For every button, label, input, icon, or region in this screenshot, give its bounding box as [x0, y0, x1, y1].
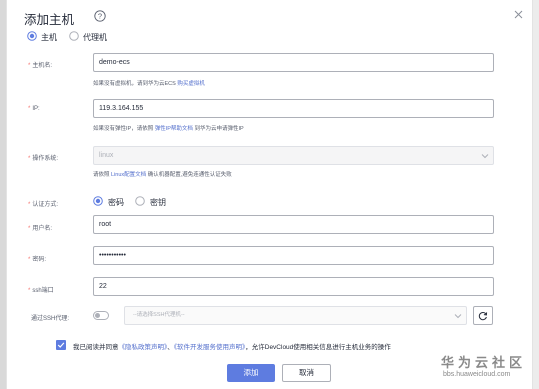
os-hint: 请依照 Linux配置文档 确认机器配置,避免连通性认证失败	[93, 172, 232, 178]
refresh-button[interactable]	[473, 306, 493, 325]
add-host-dialog: 添加主机 ? 主机 代理机 * 主机名: demo-ecs 如果没有虚拟机，请到华…	[6, 0, 533, 389]
radio-proxy[interactable]	[69, 31, 79, 41]
refresh-icon	[478, 312, 488, 321]
dialog-title: 添加主机	[24, 13, 75, 27]
radio-host-label: 主机	[41, 33, 57, 42]
hostname-input[interactable]: demo-ecs	[93, 53, 494, 72]
agreement-text: 我已阅读并同意《隐私政策声明》、《软件开发服务使用声明》，允许DevCloud使…	[73, 344, 391, 351]
add-button[interactable]: 添加	[227, 364, 275, 382]
service-terms-link[interactable]: 《软件开发服务使用声明》	[174, 344, 246, 351]
chevron-down-icon	[481, 154, 489, 159]
check-icon	[57, 342, 65, 348]
toggle-knob	[95, 313, 100, 318]
os-select-value: linux	[99, 152, 114, 159]
password-input[interactable]: •••••••••••	[93, 246, 494, 265]
ip-label: * IP:	[28, 106, 40, 112]
privacy-link[interactable]: 《隐私政策声明》	[119, 344, 168, 351]
radio-auth-password-label: 密码	[108, 198, 124, 207]
password-label: * 密码:	[28, 257, 47, 263]
watermark-title: 华为云社区	[441, 355, 527, 370]
username-input[interactable]: root	[93, 215, 494, 234]
ip-hint: 如果没有弹性IP，请依照 弹性IP帮助文档 到华为云申请弹性IP	[93, 126, 244, 132]
username-label: * 用户名:	[28, 226, 53, 232]
radio-auth-password[interactable]	[93, 196, 103, 206]
ssh-port-input[interactable]: 22	[93, 277, 494, 296]
linux-config-link[interactable]: Linux配置文档	[111, 172, 146, 178]
os-select[interactable]: linux	[93, 146, 494, 165]
help-icon[interactable]: ?	[94, 10, 106, 22]
agreement-checkbox[interactable]	[56, 340, 66, 350]
os-label: * 操作系统:	[28, 156, 59, 162]
ip-input[interactable]: 119.3.164.155	[93, 99, 494, 118]
radio-auth-key-label: 密钥	[150, 198, 166, 207]
ssh-port-label: * ssh端口	[28, 288, 54, 294]
ssh-proxy-select[interactable]: --请选择SSH代理机--	[124, 306, 467, 325]
ssh-proxy-toggle[interactable]	[93, 311, 109, 320]
ssh-proxy-label: 通过SSH代理:	[31, 316, 70, 322]
watermark-url: bbs.huaweicloud.com	[443, 371, 511, 378]
auth-label: * 认证方式:	[28, 202, 59, 208]
close-icon[interactable]	[513, 9, 524, 20]
radio-auth-key[interactable]	[135, 196, 145, 206]
buy-vm-link[interactable]: 购买虚拟机	[177, 81, 205, 87]
hostname-label: * 主机名:	[28, 63, 53, 69]
radio-proxy-label: 代理机	[83, 33, 107, 42]
hostname-hint: 如果没有虚拟机，请到华为云ECS 购买虚拟机	[93, 81, 205, 87]
svg-text:?: ?	[98, 12, 102, 21]
cancel-button[interactable]: 取消	[282, 364, 331, 382]
eip-doc-link[interactable]: 弹性IP帮助文档	[155, 126, 193, 132]
radio-host[interactable]	[27, 31, 37, 41]
chevron-down-icon	[454, 314, 462, 319]
